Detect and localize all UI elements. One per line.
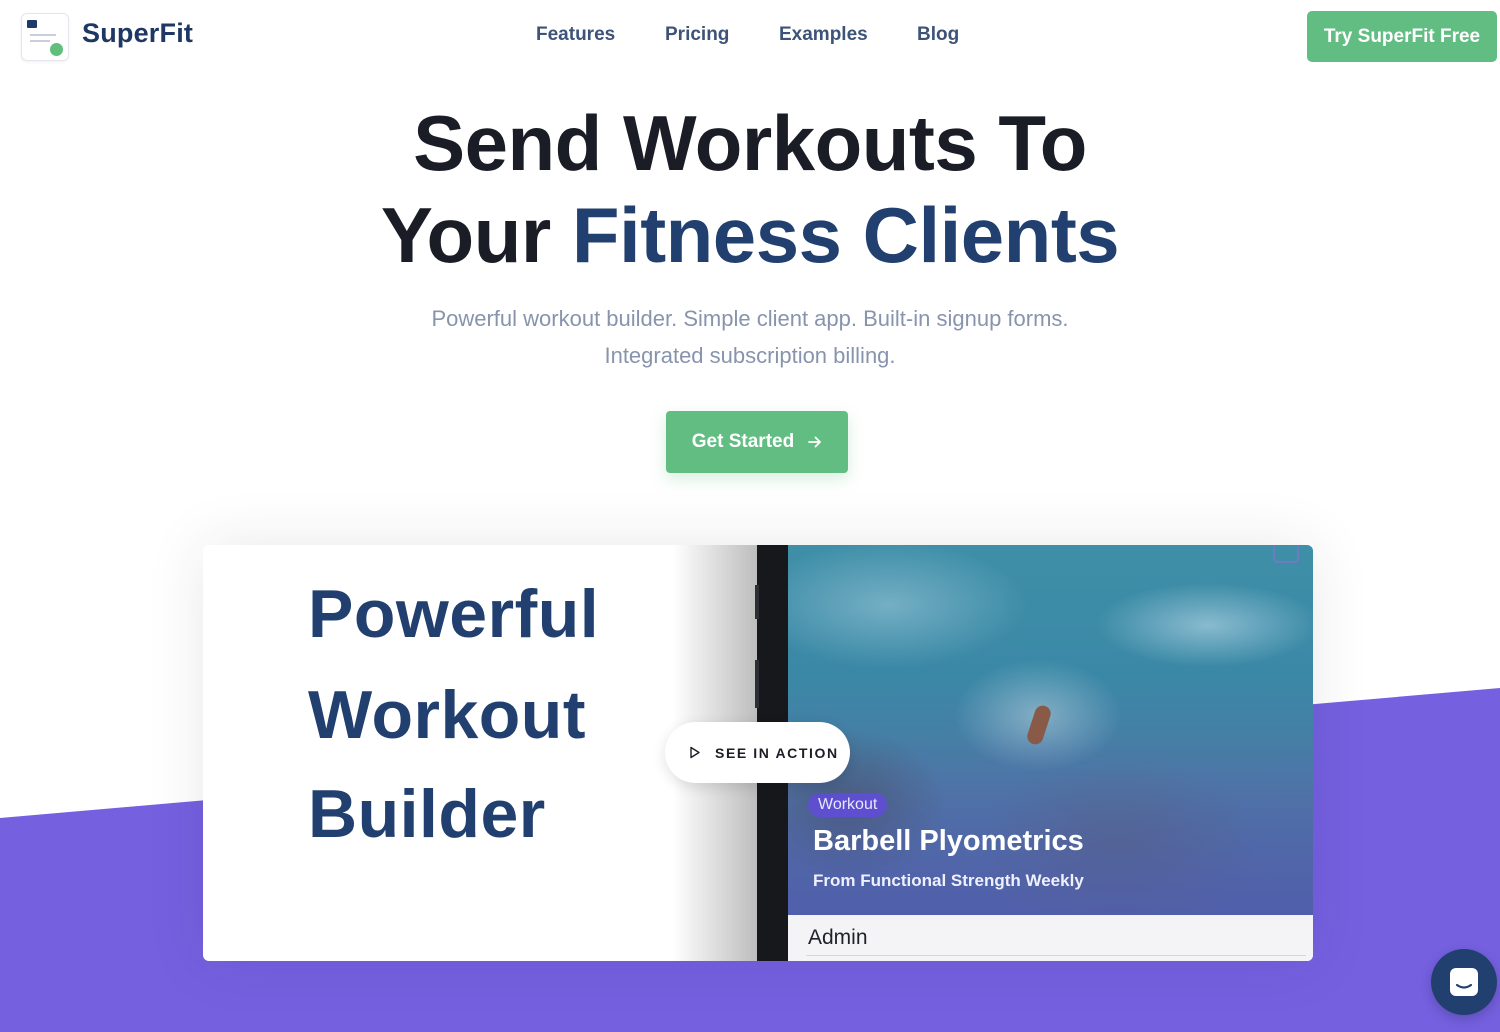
site-header: SuperFit Features Pricing Examples Blog … xyxy=(0,0,1500,76)
hero-title-plain: Your xyxy=(380,191,572,279)
nav-features[interactable]: Features xyxy=(536,24,615,46)
workout-subtitle: From Functional Strength Weekly xyxy=(813,871,1084,890)
card-headline-word: Workout xyxy=(308,677,586,753)
card-headline-word: Powerful xyxy=(308,576,600,652)
play-icon xyxy=(690,746,700,759)
admin-label: Admin xyxy=(808,926,868,949)
main-nav: Features Pricing Examples Blog xyxy=(0,24,1500,50)
divider xyxy=(806,955,1306,956)
hero-subtitle-line1: Powerful workout builder. Simple client … xyxy=(431,306,1069,331)
hero-title-line2: Your Fitness Clients xyxy=(0,190,1500,281)
nav-pricing[interactable]: Pricing xyxy=(665,24,729,46)
nav-examples[interactable]: Examples xyxy=(779,24,868,46)
get-started-button[interactable]: Get Started xyxy=(666,411,848,473)
see-in-action-button[interactable]: SEE IN ACTION xyxy=(665,722,850,783)
phone-side-button xyxy=(755,585,759,619)
bookmark-icon[interactable] xyxy=(1273,545,1299,563)
card-headline-word: Builder xyxy=(308,776,546,852)
landing-page: SuperFit Features Pricing Examples Blog … xyxy=(0,0,1500,1032)
phone-side-button xyxy=(755,660,759,708)
chat-launcher-button[interactable] xyxy=(1431,949,1497,1015)
workout-cover-image: Workout Barbell Plyometrics From Functio… xyxy=(788,545,1313,915)
arrow-right-icon xyxy=(808,436,822,448)
nav-blog[interactable]: Blog xyxy=(917,24,959,46)
get-started-label: Get Started xyxy=(691,431,795,452)
hero-subtitle-line2: Integrated subscription billing. xyxy=(604,343,896,368)
admin-bar: Admin xyxy=(788,915,1313,961)
see-in-action-label: SEE IN ACTION xyxy=(715,744,839,761)
try-free-button[interactable]: Try SuperFit Free xyxy=(1307,11,1497,62)
hero-title-line1: Send Workouts To xyxy=(413,99,1087,187)
chat-icon xyxy=(1450,968,1478,996)
hero-title-accent: Fitness Clients xyxy=(571,191,1120,279)
workout-tag: Workout xyxy=(808,793,888,817)
workout-title: Barbell Plyometrics xyxy=(813,825,1084,857)
